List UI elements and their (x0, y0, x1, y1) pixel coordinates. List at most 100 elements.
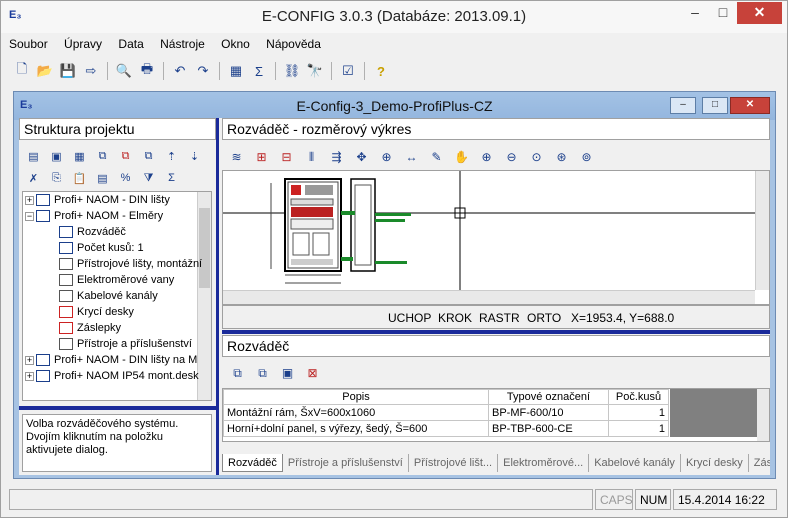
move-up-icon[interactable]: ⇡ (161, 146, 182, 166)
tab-pristrojove-listy[interactable]: Přístrojové lišt... (409, 454, 499, 472)
menu-upravy[interactable]: Úpravy (56, 35, 107, 51)
maximize-button[interactable]: □ (709, 2, 737, 24)
duplicate-part-icon[interactable]: ⧉ (251, 363, 274, 383)
step-toggle[interactable]: KROK (438, 311, 472, 325)
pane-splitter[interactable] (19, 406, 216, 410)
menu-okno[interactable]: Okno (213, 35, 255, 51)
collapse-icon[interactable]: − (25, 211, 34, 221)
delete-icon[interactable]: ✗ (23, 168, 44, 188)
tree-item[interactable]: Přístroje a příslušenství (23, 336, 211, 352)
part-detail-icon[interactable]: ▣ (276, 363, 299, 383)
grid-icon[interactable]: ▦ (69, 146, 90, 166)
move-icon[interactable]: ✥ (350, 146, 373, 168)
pencil-icon[interactable]: ✎ (425, 146, 448, 168)
check-list-icon[interactable]: ☑ (337, 60, 359, 82)
table-scrollbar[interactable] (757, 389, 769, 441)
tree-item[interactable]: Kabelové kanály (23, 288, 211, 304)
zoom-window-icon[interactable]: ⊙ (525, 146, 548, 168)
tab-elektromerove[interactable]: Elektroměrové... (498, 454, 590, 472)
list-icon[interactable]: ▤ (23, 146, 44, 166)
zoom-all-icon[interactable]: ⊚ (575, 146, 598, 168)
help-icon[interactable]: ? (370, 60, 392, 82)
snap-icon[interactable]: ⊕ (375, 146, 398, 168)
project-close-button[interactable]: ✕ (730, 97, 770, 114)
tab-kryci-desky[interactable]: Krycí desky (681, 454, 749, 472)
columns-icon[interactable]: ⫴ (300, 146, 323, 168)
zoom-out-icon[interactable]: ⊖ (500, 146, 523, 168)
structure-pane: Struktura projektu ▤ ▣ ▦ ⧉ ⧉ ⧉ ⇡ ⇣ ✗ ⎘ 📋… (19, 118, 219, 475)
tab-kabelove-kanaly[interactable]: Kabelové kanály (589, 454, 681, 472)
open-folder-icon[interactable]: 📂 (34, 60, 56, 82)
tab-zaslepky[interactable]: Záslepky (749, 454, 770, 472)
measure-icon[interactable]: ↔ (400, 146, 423, 168)
column-header-typ[interactable]: Typové označení (488, 389, 609, 405)
save-icon[interactable]: 💾 (57, 60, 79, 82)
ortho-toggle[interactable]: ORTO (527, 311, 561, 325)
layers-icon[interactable]: ≋ (225, 146, 248, 168)
tree-item[interactable]: Počet kusů: 1 (23, 240, 211, 256)
minimize-button[interactable]: – (681, 2, 709, 24)
horizontal-splitter[interactable] (222, 330, 770, 334)
project-minimize-button[interactable]: – (670, 97, 696, 114)
menu-soubor[interactable]: Soubor (1, 35, 53, 51)
menu-nastroje[interactable]: Nástroje (152, 35, 210, 51)
undo-icon[interactable]: ↶ (169, 60, 191, 82)
tab-pristroje[interactable]: Přístroje a příslušenství (283, 454, 409, 472)
copy-item-icon[interactable]: ⎘ (46, 168, 67, 188)
canvas-horizontal-scrollbar[interactable] (223, 290, 755, 304)
table-row[interactable]: Horní+dolní panel, s výřezy, šedý, Š=600… (223, 420, 669, 437)
project-tree[interactable]: + Profi+ NAOM - DIN lišty − Profi+ NAOM - E… (22, 191, 212, 401)
cabinet-icon[interactable]: ▣ (46, 146, 67, 166)
expand-icon[interactable]: + (25, 355, 34, 365)
redo-icon[interactable]: ↷ (192, 60, 214, 82)
close-button[interactable]: ✕ (737, 2, 782, 24)
project-maximize-button[interactable]: □ (702, 97, 728, 114)
table-row[interactable]: Montážní rám, ŠxV=600x1060 BP-MF-600/10 … (223, 404, 669, 421)
zoom-in-icon[interactable]: ⊕ (475, 146, 498, 168)
copy-icon[interactable]: ⧉ (92, 146, 113, 166)
delete-part-icon[interactable]: ⊠ (301, 363, 324, 383)
column-header-popis[interactable]: Popis (223, 389, 489, 405)
tree-item[interactable]: + Profi+ NAOM IP54 mont.desk (23, 368, 211, 384)
menu-data[interactable]: Data (110, 35, 148, 51)
copy-multi-icon[interactable]: ⧉ (138, 146, 159, 166)
sum-icon[interactable]: Σ (161, 168, 182, 188)
tree-item[interactable]: Elektroměrové vany (23, 272, 211, 288)
print-icon[interactable]: 🖶 (136, 60, 158, 82)
zoom-previous-icon[interactable]: ⊛ (550, 146, 573, 168)
drawing-canvas[interactable] (222, 170, 770, 305)
tree-item[interactable]: Krycí desky (23, 304, 211, 320)
find-icon[interactable]: 🔭 (304, 60, 326, 82)
percent-icon[interactable]: % (115, 168, 136, 188)
tree-item[interactable]: Rozváděč (23, 224, 211, 240)
grid-toggle[interactable]: RASTR (479, 311, 520, 325)
snap-toggle[interactable]: UCHOP (388, 311, 431, 325)
cabinet-list-icon[interactable]: ▤ (92, 168, 113, 188)
expand-icon[interactable]: + (25, 371, 34, 381)
align-icon[interactable]: ⇶ (325, 146, 348, 168)
edit-icon[interactable]: ⊟ (275, 146, 298, 168)
print-preview-icon[interactable]: 🔍 (113, 60, 135, 82)
tree-item[interactable]: + Profi+ NAOM - DIN lišty (23, 192, 211, 208)
sum-icon[interactable]: Σ (248, 60, 270, 82)
tree-item[interactable]: − Profi+ NAOM - Elměry (23, 208, 211, 224)
expand-icon[interactable]: + (25, 195, 34, 205)
add-part-icon[interactable]: ⧉ (226, 363, 249, 383)
tree-item[interactable]: Přístrojové lišty, montážní (23, 256, 211, 272)
move-down-icon[interactable]: ⇣ (184, 146, 205, 166)
column-header-pocet[interactable]: Poč.kusů (608, 389, 669, 405)
canvas-vertical-scrollbar[interactable] (755, 171, 769, 290)
tab-rozvadec[interactable]: Rozváděč (222, 454, 283, 472)
structure-icon[interactable]: ⛓ (281, 60, 303, 82)
new-file-icon[interactable]: 🗋 (11, 60, 33, 82)
copy-two-icon[interactable]: ⧉ (115, 146, 136, 166)
tree-item[interactable]: Záslepky (23, 320, 211, 336)
pan-icon[interactable]: ✋ (450, 146, 473, 168)
insert-icon[interactable]: ⊞ (250, 146, 273, 168)
menu-napoveda[interactable]: Nápověda (258, 35, 326, 51)
export-icon[interactable]: ⇨ (80, 60, 102, 82)
paste-icon[interactable]: 📋 (69, 168, 90, 188)
filter-icon[interactable]: ⧩ (138, 168, 159, 188)
tree-item[interactable]: + Profi+ NAOM - DIN lišty na M (23, 352, 211, 368)
properties-icon[interactable]: ▦ (225, 60, 247, 82)
